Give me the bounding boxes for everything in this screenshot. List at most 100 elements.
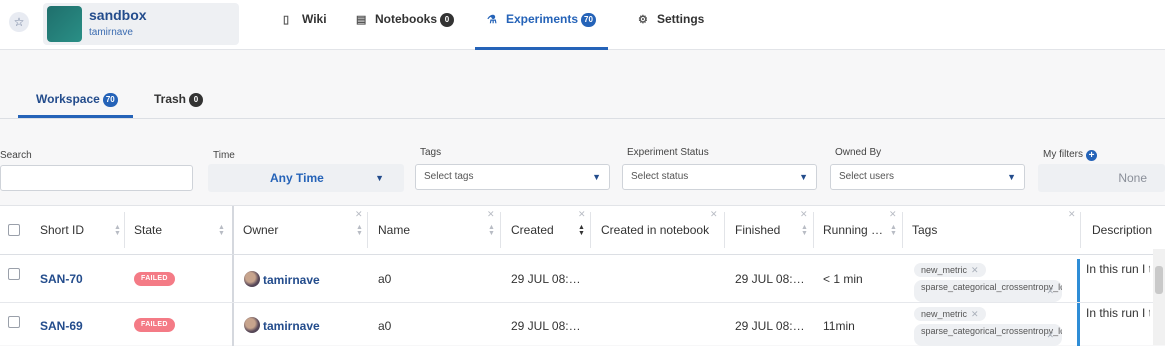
column-header-running-time[interactable]: Running … [823, 206, 883, 254]
subtab-trash-label: Trash [154, 92, 187, 106]
subtab-trash[interactable]: Trash 0 [154, 92, 204, 107]
remove-column-icon[interactable]: ✕ [889, 209, 897, 220]
column-separator [500, 212, 501, 248]
tag-chip[interactable]: new_metric ✕ [914, 307, 986, 321]
time-label: Time [213, 150, 235, 161]
column-separator [367, 212, 368, 248]
close-icon[interactable]: ✕ [971, 309, 979, 319]
flask-icon: ⚗ [487, 14, 497, 26]
remove-column-icon[interactable]: ✕ [578, 209, 586, 220]
tag-label: sparse_categorical_crossentropy_loss [921, 326, 1062, 336]
remove-column-icon[interactable]: ✕ [487, 209, 495, 220]
owner-link[interactable]: tamirnave [263, 273, 320, 287]
description-text[interactable]: In this run I t [1086, 262, 1150, 276]
column-header-tags[interactable]: Tags [912, 206, 937, 254]
project-card[interactable]: sandbox tamirnave [43, 3, 239, 45]
divider [0, 118, 1165, 119]
tags-placeholder: Select tags [424, 171, 474, 182]
column-header-name[interactable]: Name [378, 206, 410, 254]
column-header-state[interactable]: State [134, 206, 162, 254]
remove-column-icon[interactable]: ✕ [800, 209, 808, 220]
chevron-down-icon: ▼ [1007, 172, 1016, 182]
add-filter-icon[interactable]: + [1086, 150, 1097, 161]
select-all-checkbox[interactable] [8, 224, 20, 236]
short-id-link[interactable]: SAN-70 [40, 272, 83, 286]
remove-column-icon[interactable]: ✕ [355, 209, 363, 220]
row-checkbox[interactable] [8, 268, 20, 280]
owner-link[interactable]: tamirnave [263, 319, 320, 333]
chevron-down-icon: ▼ [592, 172, 601, 182]
row-checkbox[interactable] [8, 316, 20, 328]
description-edit-indicator [1077, 303, 1080, 346]
experiment-name[interactable]: a0 [378, 272, 391, 286]
status-select[interactable]: Select status ▼ [622, 164, 817, 190]
tag-chip[interactable]: new_metric ✕ [914, 263, 986, 277]
experiments-count-badge: 70 [581, 13, 596, 27]
running-time: < 1 min [823, 272, 863, 286]
avatar [244, 317, 260, 333]
scrollbar-track[interactable] [1153, 249, 1165, 345]
close-icon[interactable]: ✕ [1046, 286, 1054, 297]
short-id-link[interactable]: SAN-69 [40, 319, 83, 333]
owned-by-select[interactable]: Select users ▼ [830, 164, 1025, 190]
sort-icon[interactable]: ▲ ▼ [356, 224, 363, 237]
close-icon[interactable]: ✕ [1046, 330, 1054, 341]
tag-label: sparse_categorical_crossentropy_loss [921, 282, 1062, 292]
tab-wiki[interactable]: ▯ Wiki [283, 12, 327, 50]
finished-date: 29 JUL 08:… [735, 319, 805, 333]
scrollbar-thumb[interactable] [1155, 266, 1163, 294]
trash-count-badge: 0 [189, 93, 204, 107]
my-filters-select[interactable]: None [1038, 164, 1165, 192]
close-icon[interactable]: ✕ [971, 265, 979, 275]
column-header-finished[interactable]: Finished [735, 206, 780, 254]
workspace-count-badge: 70 [102, 93, 118, 107]
tab-settings-label: Settings [657, 12, 705, 26]
top-bar: ☆ sandbox tamirnave ▯ Wiki ▤ Notebooks 0 ⚗ E… [0, 0, 1165, 50]
column-separator [813, 212, 814, 248]
column-separator [724, 212, 725, 248]
status-badge: FAILED [134, 318, 175, 332]
my-filters-value: None [1118, 171, 1147, 185]
pinned-columns-divider [232, 206, 234, 346]
tab-wiki-label: Wiki [302, 12, 327, 26]
project-owner[interactable]: tamirnave [89, 27, 133, 38]
subtab-workspace[interactable]: Workspace 70 [36, 92, 118, 107]
tab-notebooks[interactable]: ▤ Notebooks 0 [356, 12, 455, 50]
tag-chip[interactable]: sparse_categorical_crossentropy_loss ✕ [914, 324, 1062, 346]
tags-label: Tags [420, 147, 442, 158]
description-text[interactable]: In this run I t [1086, 306, 1150, 320]
column-header-description[interactable]: Description [1092, 206, 1152, 254]
status-badge: FAILED [134, 272, 175, 286]
star-icon[interactable]: ☆ [9, 12, 29, 32]
column-separator [1080, 212, 1081, 248]
tag-label: new_metric [921, 265, 968, 275]
created-date: 29 JUL 08:… [511, 272, 581, 286]
remove-column-icon[interactable]: ✕ [710, 209, 718, 220]
tab-experiments[interactable]: ⚗ Experiments 70 [475, 12, 608, 50]
sort-icon[interactable]: ▲ ▼ [890, 224, 897, 237]
document-icon: ▯ [283, 14, 290, 26]
search-input[interactable] [0, 165, 193, 191]
column-header-created-in-notebook[interactable]: Created in notebook [601, 206, 709, 254]
tag-chip[interactable]: sparse_categorical_crossentropy_loss ✕ [914, 280, 1062, 302]
time-select[interactable]: Any Time ▼ [208, 164, 404, 192]
sort-icon[interactable]: ▲ ▼ [218, 224, 225, 237]
tab-settings[interactable]: ⚙ Settings [638, 12, 704, 50]
remove-column-icon[interactable]: ✕ [1068, 209, 1076, 220]
sort-icon[interactable]: ▲ ▼ [801, 224, 808, 237]
description-edit-indicator [1077, 259, 1080, 303]
avatar [244, 271, 260, 287]
header-divider [0, 254, 1165, 255]
tags-select[interactable]: Select tags ▼ [415, 164, 610, 190]
experiment-name[interactable]: a0 [378, 319, 391, 333]
column-header-owner[interactable]: Owner [243, 206, 278, 254]
column-header-short-id[interactable]: Short ID [40, 206, 84, 254]
running-time: 11min [823, 319, 855, 333]
subtab-workspace-label: Workspace [36, 92, 100, 106]
sort-desc-icon[interactable]: ▲ ▼ [578, 224, 585, 237]
sort-icon[interactable]: ▲ ▼ [114, 224, 121, 237]
column-header-created[interactable]: Created [511, 206, 554, 254]
sort-icon[interactable]: ▲ ▼ [488, 224, 495, 237]
column-separator [124, 212, 125, 248]
project-avatar [47, 6, 82, 42]
